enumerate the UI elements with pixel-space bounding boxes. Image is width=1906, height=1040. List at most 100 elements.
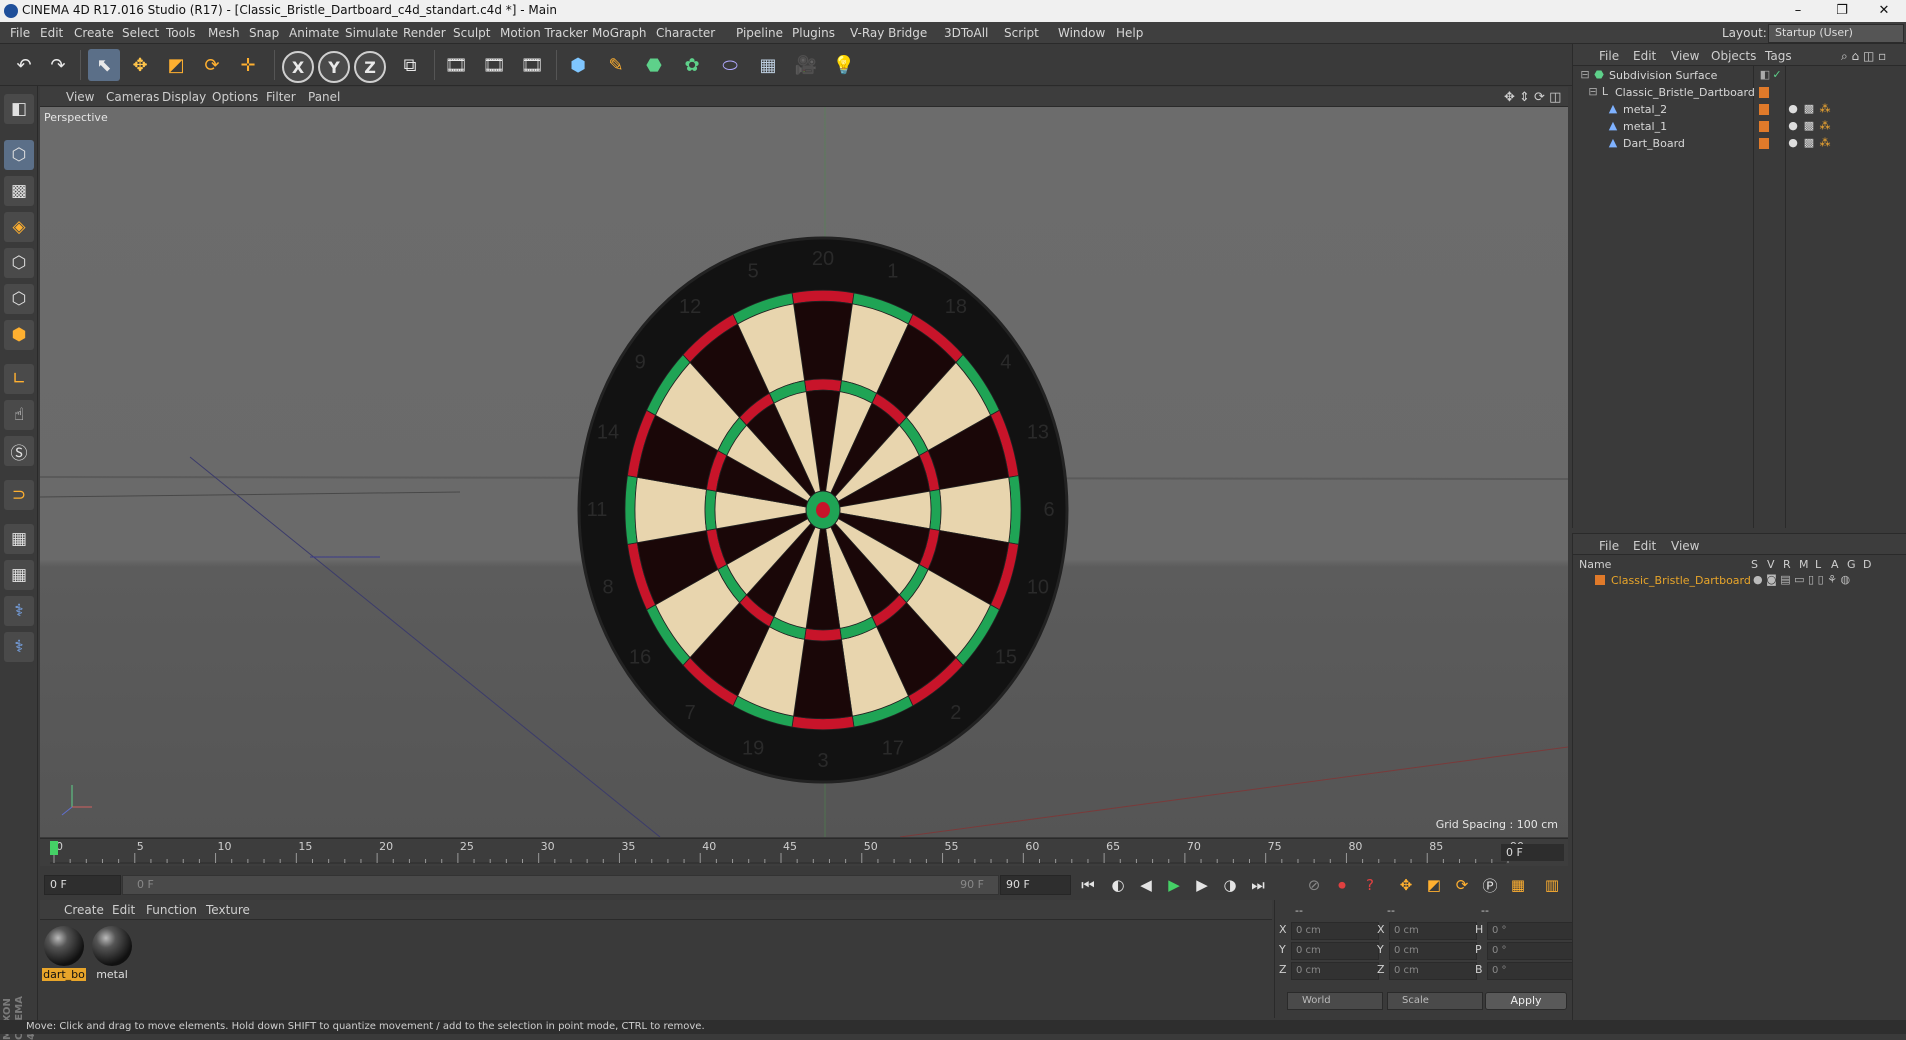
layer-color-tag[interactable] [1759, 121, 1769, 132]
key-parameter-icon[interactable]: Ⓟ [1478, 873, 1502, 897]
viewport-menu-panel[interactable]: Panel [308, 90, 340, 104]
camera-icon[interactable]: 🎥 [790, 49, 822, 81]
menu-mograph[interactable]: MoGraph [592, 26, 647, 40]
coordinate-system-icon[interactable]: ⧉ [394, 49, 426, 81]
key-pla-icon[interactable]: ▦ [1506, 873, 1530, 897]
material-metal[interactable]: metal [90, 924, 134, 982]
apply-button[interactable]: Apply [1485, 992, 1567, 1010]
coord-pos[interactable]: 0 cm [1291, 942, 1379, 960]
layer-name[interactable]: Classic_Bristle_Dartboard [1611, 574, 1751, 587]
subdivision-icon[interactable]: ⬣ [638, 49, 670, 81]
layer-color-tag[interactable] [1759, 138, 1769, 149]
object-menu-file[interactable]: File [1599, 49, 1619, 63]
menu-render[interactable]: Render [403, 26, 446, 40]
key-scale-icon[interactable]: ◩ [1422, 873, 1446, 897]
layer-color-tag[interactable] [1759, 104, 1769, 115]
layer-menu-file[interactable]: File [1599, 539, 1619, 553]
preview-range-slider[interactable]: 0 F 90 F [122, 875, 999, 895]
menu-tools[interactable]: Tools [166, 26, 196, 40]
material-tag-icon[interactable]: ● [1787, 137, 1799, 149]
viewport-menu-options[interactable]: Options [212, 90, 258, 104]
object-manager-search-icon[interactable]: ⌕ ⌂ ◫ ▫ [1841, 49, 1886, 64]
previous-frame-icon[interactable]: ◀ [1134, 873, 1158, 897]
menu-character[interactable]: Character [656, 26, 715, 40]
menu-help[interactable]: Help [1116, 26, 1143, 40]
viewport-navigation-icons[interactable]: ✥ ⇕ ⟳ ◫ [1504, 90, 1561, 105]
menu-window[interactable]: Window [1058, 26, 1105, 40]
texture-tag-icon[interactable]: ▩ [1803, 137, 1815, 149]
material-menu-edit[interactable]: Edit [112, 903, 135, 917]
menu-plugins[interactable]: Plugins [792, 26, 835, 40]
snapping-icon[interactable]: Ⓢ [4, 436, 34, 466]
axis-x-toggle[interactable]: X [282, 51, 314, 83]
menu-animate[interactable]: Animate [289, 26, 339, 40]
viewport-menu-view[interactable]: View [66, 90, 94, 104]
coord-size[interactable]: 0 cm [1389, 962, 1477, 980]
enabled-check-icon[interactable]: ✓ [1771, 69, 1783, 81]
menu-select[interactable]: Select [122, 26, 159, 40]
play-forward-icon[interactable]: ▶ [1162, 873, 1186, 897]
tweak-icon[interactable]: ☝ [4, 400, 34, 430]
object-menu-view[interactable]: View [1671, 49, 1699, 63]
restore-button[interactable]: ❐ [1822, 1, 1862, 21]
next-frame-icon[interactable]: ▶ [1190, 873, 1214, 897]
render-settings-icon[interactable]: 🎞 [516, 49, 548, 81]
edges-mode-icon[interactable]: ⬡ [4, 284, 34, 314]
layer-menu-view[interactable]: View [1671, 539, 1699, 553]
record-icon[interactable]: ⏺ [1330, 873, 1354, 897]
coordinate-mode-select[interactable]: World [1287, 992, 1383, 1010]
autokey-icon[interactable]: ? [1358, 873, 1382, 897]
menu-pipeline[interactable]: Pipeline [736, 26, 783, 40]
cube-icon[interactable]: ⬢ [562, 49, 594, 81]
workplane-lock-icon[interactable]: ▦ [4, 524, 34, 554]
material-menu-texture[interactable]: Texture [206, 903, 250, 917]
render-picture-viewer-icon[interactable]: 🎞 [478, 49, 510, 81]
texture-mode-icon[interactable]: ▩ [4, 176, 34, 206]
menu-sculpt[interactable]: Sculpt [453, 26, 490, 40]
polygons-mode-icon[interactable]: ⬢ [4, 320, 34, 350]
axis-z-toggle[interactable]: Z [354, 51, 386, 83]
scale-icon[interactable]: ◩ [160, 49, 192, 81]
coord-rot[interactable]: 0 ° [1487, 922, 1575, 940]
material-menu-create[interactable]: Create [64, 903, 104, 917]
close-button[interactable]: ✕ [1864, 1, 1904, 21]
current-frame-field[interactable]: 0 F [1501, 844, 1564, 861]
coord-rot[interactable]: 0 ° [1487, 962, 1575, 980]
floor-icon[interactable]: ▦ [752, 49, 784, 81]
coord-size[interactable]: 0 cm [1389, 922, 1477, 940]
layer-toggle-icons[interactable]: ● ◙ ▤ ▭ ▯ ▯ ⚘ ◍ [1753, 573, 1850, 586]
edit-toggle-icon[interactable]: ◧ [1759, 69, 1771, 81]
perspective-viewport[interactable]: 20 1 18 4 13 6 10 15 2 17 3 19 7 16 8 11 14 9 12 5 Perspect… [40, 107, 1568, 837]
viewport-menu-filter[interactable]: Filter [266, 90, 296, 104]
phong-tag-icon[interactable]: ⁂ [1819, 120, 1831, 132]
grid-icon[interactable]: ▦ [4, 560, 34, 590]
menu-vray-bridge[interactable]: V-Ray Bridge [850, 26, 927, 40]
material-menu-function[interactable]: Function [146, 903, 197, 917]
go-to-start-icon[interactable]: ⏮ [1076, 873, 1100, 897]
deformer-icon[interactable]: ⬭ [714, 49, 746, 81]
collapse-icon[interactable]: ⊟ [1579, 69, 1591, 81]
axis-mode-icon[interactable]: ∟ [4, 364, 34, 394]
points-mode-icon[interactable]: ⬡ [4, 248, 34, 278]
key-rotation-icon[interactable]: ⟳ [1450, 873, 1474, 897]
phong-tag-icon[interactable]: ⁂ [1819, 137, 1831, 149]
python-script-icon[interactable]: ⚕ [4, 632, 34, 662]
timeline-ruler[interactable]: 051015202530354045505560657075808590 0 F [40, 838, 1568, 866]
menu-3dtoall[interactable]: 3DToAll [944, 26, 988, 40]
menu-file[interactable]: File [10, 26, 30, 40]
texture-tag-icon[interactable]: ▩ [1803, 103, 1815, 115]
coord-rot[interactable]: 0 ° [1487, 942, 1575, 960]
object-menu-tags[interactable]: Tags [1765, 49, 1792, 63]
menu-edit[interactable]: Edit [40, 26, 63, 40]
next-key-icon[interactable]: ◑ [1218, 873, 1242, 897]
make-editable-icon[interactable]: ◧ [4, 94, 34, 124]
material-tag-icon[interactable]: ● [1787, 103, 1799, 115]
keyframe-mode-icon[interactable]: ⊘ [1302, 873, 1326, 897]
viewport-menu-cameras[interactable]: Cameras [106, 90, 159, 104]
object-menu-edit[interactable]: Edit [1633, 49, 1656, 63]
key-position-icon[interactable]: ✥ [1394, 873, 1418, 897]
layout-select[interactable]: Startup (User) [1768, 24, 1904, 43]
pen-spline-icon[interactable]: ✎ [600, 49, 632, 81]
object-menu-objects[interactable]: Objects [1711, 49, 1756, 63]
menu-snap[interactable]: Snap [249, 26, 279, 40]
